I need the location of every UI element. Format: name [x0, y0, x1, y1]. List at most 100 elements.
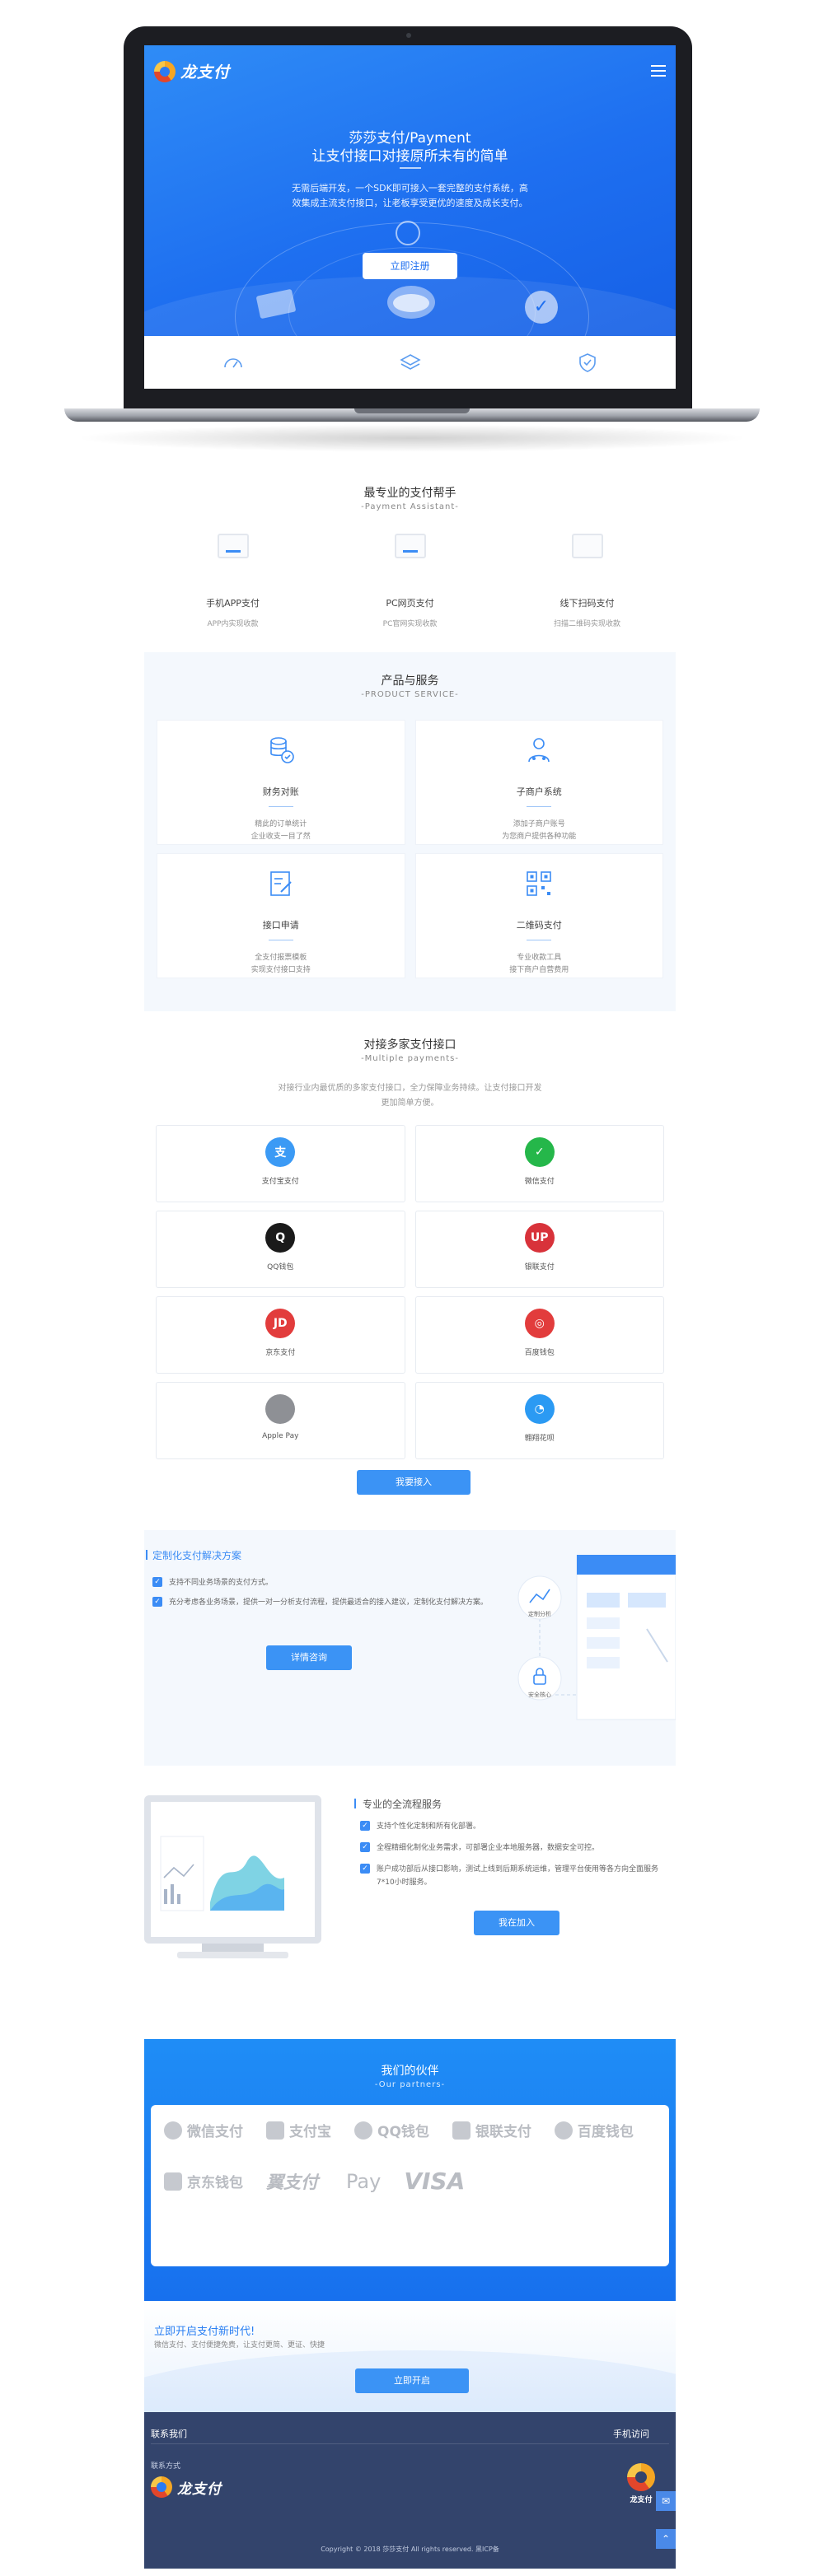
- mobile-device-icon: [214, 534, 252, 567]
- menu-icon[interactable]: [651, 65, 666, 77]
- logo-icon: [151, 2476, 172, 2498]
- logo-icon: [627, 2463, 655, 2491]
- deco-label: 定制分析: [528, 1610, 551, 1617]
- feature-item: ✓ 支持不同业务场景的支付方式。: [152, 1576, 507, 1589]
- coin-top: [393, 294, 429, 312]
- qr-code-icon: [527, 871, 552, 896]
- product-card[interactable]: 二维码支付 专业收款工具 接下商户自营费用: [414, 853, 663, 978]
- assistant-item-pc[interactable]: PC网页支付 PC官网实现收款: [321, 534, 499, 628]
- feature-text: 账户成功部后从接口影响，测试上线到后期系统运维，管理平台使用等各方向全面服务 7…: [377, 1865, 659, 1887]
- shield-icon: [578, 353, 596, 372]
- assistant-item-scan[interactable]: 线下扫码支付 扫描二维码实现收款: [499, 534, 676, 628]
- feature-tabs: [144, 336, 676, 389]
- copyright: Copyright © 2018 莎莎支付 All rights reserve…: [321, 2546, 499, 2553]
- join-button[interactable]: 我要接入: [357, 1470, 471, 1495]
- footer-mobile-heading: 手机访问: [613, 2429, 649, 2439]
- consult-button[interactable]: 详情咨询: [266, 1645, 352, 1670]
- checkbox-icon: ✓: [360, 1842, 370, 1852]
- jd-icon: JD: [265, 1309, 296, 1338]
- partners-section: 我们的伙伴 -Our partners- 微信支付 支付宝 QQ钱包 银联支付 …: [144, 2039, 676, 2301]
- assistant-item-name: 手机APP支付: [206, 598, 260, 609]
- partner-logo-qq-wallet: QQ钱包: [354, 2120, 429, 2140]
- hero-banner: 龙支付 莎莎支付/Payment 让支付接口对接原所未有的简单 无需后端开发，一…: [144, 45, 676, 336]
- brand-name: 龙支付: [180, 63, 231, 82]
- process-section: 专业的全流程服务 ✓ 支持个性化定制和所有化部署。 ✓ 全程精细化制化业务需求，…: [144, 1766, 676, 2039]
- laptop-screen: 龙支付 莎莎支付/Payment 让支付接口对接原所未有的简单 无需后端开发，一…: [144, 45, 676, 389]
- section-title: 产品与服务: [381, 674, 439, 688]
- layers-icon: [399, 354, 421, 370]
- partner-name: Pay: [346, 2169, 382, 2193]
- products-section: 产品与服务 -PRODUCT SERVICE- 财务对账 精此的订单统计 企业收支…: [144, 652, 676, 1011]
- checkbox-icon: ✓: [152, 1597, 162, 1607]
- partner-name: QQ钱包: [377, 2124, 429, 2140]
- payment-name: QQ钱包: [267, 1263, 294, 1272]
- feature-text: 支持个性化定制和所有化部署。: [377, 1822, 481, 1831]
- payment-name: 翱翔花呗: [524, 1435, 555, 1443]
- payment-card[interactable]: UP 银联支付: [414, 1211, 664, 1288]
- register-button[interactable]: 立即注册: [363, 253, 457, 279]
- document-edit-icon: [269, 871, 292, 896]
- join-now-button[interactable]: 我在加入: [474, 1911, 559, 1935]
- huabei-icon: ◔: [524, 1394, 555, 1424]
- custom-solution-section: 定制化支付解决方案 ✓ 支持不同业务场景的支付方式。 ✓ 充分考虑各业务场景，提…: [144, 1530, 676, 1766]
- desktop-device-icon: [391, 534, 429, 567]
- feature-item: ✓ 充分考虑各业务场景，提供一对一分析支付流程，提供最适合的接入建议，定制化支付…: [152, 1596, 507, 1609]
- tab-speed[interactable]: [144, 336, 321, 389]
- payment-card[interactable]: Q QQ钱包: [156, 1211, 405, 1288]
- assistant-item-desc: 扫描二维码实现收款: [553, 620, 620, 628]
- apple-icon: [265, 1394, 296, 1424]
- partner-logos-panel: 微信支付 支付宝 QQ钱包 银联支付 百度钱包 京东钱包 翼支付 Pay VIS…: [151, 2105, 669, 2266]
- feature-item: ✓ 账户成功部后从接口影响，测试上线到后期系统运维，管理平台使用等各方向全面服务…: [360, 1863, 673, 1889]
- partner-logo-baidu-wallet: 百度钱包: [554, 2120, 634, 2140]
- partner-name: 翼支付: [266, 2172, 318, 2192]
- product-card[interactable]: 接口申请 全支付报票模板 实现支付接口支持: [157, 853, 405, 978]
- payment-card[interactable]: ◔ 翱翔花呗: [414, 1382, 664, 1459]
- logo-icon: [154, 60, 176, 82]
- checkbox-icon: ✓: [360, 1864, 370, 1874]
- section-subtitle: -Our partners-: [374, 2080, 446, 2089]
- partner-name: 百度钱包: [577, 2124, 634, 2140]
- product-desc: 实现支付接口支持: [250, 966, 311, 974]
- start-button[interactable]: 立即开启: [355, 2368, 469, 2393]
- payment-card[interactable]: JD 京东支付: [156, 1296, 405, 1374]
- hero-divider: [400, 167, 421, 169]
- checkbox-icon: ✓: [360, 1821, 370, 1831]
- chat-icon[interactable]: ✉: [656, 2491, 676, 2511]
- product-card[interactable]: 子商户系统 添加子商户账号 为您商户提供各种功能: [414, 720, 663, 845]
- tab-layers[interactable]: [321, 336, 499, 389]
- partner-name: 京东钱包: [187, 2175, 243, 2191]
- site-logo[interactable]: 龙支付: [154, 60, 230, 82]
- payment-name: 银联支付: [524, 1263, 555, 1272]
- payment-name: 百度钱包: [524, 1349, 555, 1357]
- footer-brand: 龙支付: [177, 2480, 222, 2498]
- qq-icon: Q: [265, 1223, 296, 1253]
- solution-illustration: 定制分析 安全核心: [517, 1555, 676, 1720]
- assistant-item-name: PC网页支付: [386, 598, 434, 609]
- product-name: 子商户系统: [516, 786, 562, 797]
- hero-description: 无需后端开发，一个SDK即可接入一套完整的支付系统，高效集成主流支付接口，让老板…: [292, 183, 528, 208]
- footer-contact-heading: 联系我们: [151, 2429, 187, 2439]
- footer-logo[interactable]: 龙支付: [151, 2476, 222, 2498]
- laptop-notch: [354, 408, 470, 413]
- section-title: 专业的全流程服务: [353, 1799, 442, 1810]
- payment-card[interactable]: ✓ 微信支付: [414, 1125, 664, 1202]
- product-name: 财务对账: [262, 786, 299, 797]
- mobile-qr-logo[interactable]: 龙支付: [621, 2463, 661, 2504]
- payment-card[interactable]: ◎ 百度钱包: [414, 1296, 664, 1374]
- payment-card[interactable]: 支支付宝支付: [156, 1125, 405, 1202]
- unionpay-icon: UP: [524, 1223, 555, 1253]
- assistant-item-desc: APP内实现收款: [207, 620, 259, 628]
- partner-logo-bestpay: 翼支付: [266, 2169, 318, 2194]
- section-subtitle: -Payment Assistant-: [361, 502, 459, 511]
- dashboard-illustration: [144, 1795, 321, 1958]
- product-desc: 专业收款工具: [517, 954, 562, 962]
- payment-name: 支付宝支付: [261, 1178, 299, 1186]
- product-card[interactable]: 财务对账 精此的订单统计 企业收支一目了然: [157, 720, 405, 845]
- wechat-icon: [164, 2121, 182, 2140]
- payment-card[interactable]: Apple Pay: [156, 1382, 405, 1459]
- checkbox-icon: ✓: [152, 1577, 162, 1587]
- assistant-item-app[interactable]: 手机APP支付 APP内实现收款: [144, 534, 321, 628]
- tab-security[interactable]: [499, 336, 676, 389]
- payment-name: 京东支付: [265, 1349, 296, 1357]
- cta-title: 立即开启支付新时代!: [154, 2326, 255, 2338]
